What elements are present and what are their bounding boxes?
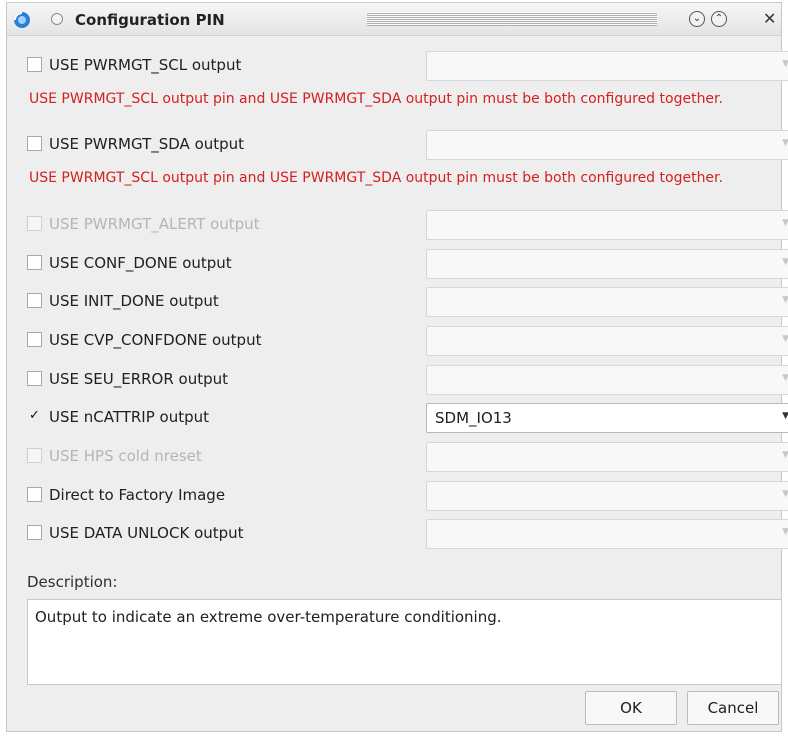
checkbox-cvp-confdone[interactable]	[27, 332, 42, 347]
checkbox-pwrmgt-sda[interactable]	[27, 136, 42, 151]
select-direct-to-factory-image[interactable]: ▼	[426, 481, 788, 511]
dropdown-arrow-icon: ▼	[782, 257, 788, 267]
dropdown-arrow-icon: ▼	[782, 489, 788, 499]
option-row-data-unlock: USE DATA UNLOCK output ▼	[25, 519, 788, 549]
checkbox-pwrmgt-scl[interactable]	[27, 57, 42, 72]
checkbox-ncattrip[interactable]: ✓	[27, 409, 42, 424]
label-ncattrip: USE nCATTRIP output	[49, 408, 210, 426]
checkbox-seu-error[interactable]	[27, 371, 42, 386]
dropdown-arrow-icon: ▼	[782, 295, 788, 305]
label-init-done: USE INIT_DONE output	[49, 292, 219, 310]
select-seu-error[interactable]: ▼	[426, 365, 788, 395]
expand-icon[interactable]: ⌃	[711, 11, 727, 27]
label-data-unlock: USE DATA UNLOCK output	[49, 524, 244, 542]
checkbox-hps-cold-nreset	[27, 448, 42, 463]
ok-button[interactable]: OK	[585, 691, 677, 725]
dropdown-arrow-icon: ▼	[782, 450, 788, 460]
dropdown-arrow-icon: ▼	[782, 373, 788, 383]
configuration-pin-dialog: Configuration PIN ⌄ ⌃ ✕ USE PWRMGT_SCL o…	[6, 2, 788, 732]
checkbox-conf-done[interactable]	[27, 255, 42, 270]
checkbox-pwrmgt-alert	[27, 216, 42, 231]
dropdown-arrow-icon: ▼	[782, 218, 788, 228]
description-box[interactable]: Output to indicate an extreme over-tempe…	[27, 599, 782, 685]
description-label: Description:	[27, 573, 118, 591]
title-grip	[367, 12, 657, 26]
dropdown-arrow-icon: ▼	[782, 411, 788, 421]
cancel-button[interactable]: Cancel	[687, 691, 779, 725]
checkbox-init-done[interactable]	[27, 293, 42, 308]
option-row-pwrmgt-scl: USE PWRMGT_SCL output ▼	[25, 51, 788, 81]
select-ncattrip[interactable]: SDM_IO13 ▼	[426, 403, 788, 433]
description-text: Output to indicate an extreme over-tempe…	[35, 608, 502, 626]
select-cvp-confdone[interactable]: ▼	[426, 326, 788, 356]
select-value: SDM_IO13	[435, 409, 512, 427]
label-pwrmgt-sda: USE PWRMGT_SDA output	[49, 135, 245, 153]
checkbox-direct-to-factory-image[interactable]	[27, 487, 42, 502]
option-row-conf-done: USE CONF_DONE output ▼	[25, 249, 788, 279]
dropdown-arrow-icon: ▼	[782, 334, 788, 344]
option-row-init-done: USE INIT_DONE output ▼	[25, 287, 788, 317]
dropdown-arrow-icon: ▼	[782, 138, 788, 148]
select-pwrmgt-alert: ▼	[426, 210, 788, 240]
warning-message-scl: USE PWRMGT_SCL output pin and USE PWRMGT…	[29, 91, 723, 107]
option-row-seu-error: USE SEU_ERROR output ▼	[25, 365, 788, 395]
label-pwrmgt-scl: USE PWRMGT_SCL output	[49, 56, 242, 74]
label-seu-error: USE SEU_ERROR output	[49, 370, 229, 388]
select-hps-cold-nreset: ▼	[426, 442, 788, 472]
label-hps-cold-nreset: USE HPS cold nreset	[49, 447, 202, 465]
select-pwrmgt-sda[interactable]: ▼	[426, 130, 788, 160]
option-row-hps-cold-nreset: USE HPS cold nreset ▼	[25, 442, 788, 472]
window-title: Configuration PIN	[75, 11, 225, 29]
warning-message-sda: USE PWRMGT_SCL output pin and USE PWRMGT…	[29, 170, 723, 186]
option-row-pwrmgt-alert: USE PWRMGT_ALERT output ▼	[25, 210, 788, 240]
select-init-done[interactable]: ▼	[426, 287, 788, 317]
label-conf-done: USE CONF_DONE output	[49, 254, 232, 272]
option-row-pwrmgt-sda: USE PWRMGT_SDA output ▼	[25, 130, 788, 160]
title-bar: Configuration PIN ⌄ ⌃ ✕	[7, 3, 781, 36]
option-row-direct-to-factory-image: Direct to Factory Image ▼	[25, 481, 788, 511]
label-pwrmgt-alert: USE PWRMGT_ALERT output	[49, 215, 260, 233]
close-icon[interactable]: ✕	[763, 9, 776, 28]
option-row-ncattrip: ✓ USE nCATTRIP output SDM_IO13 ▼	[25, 403, 788, 433]
select-data-unlock[interactable]: ▼	[426, 519, 788, 549]
window-menu-icon[interactable]	[51, 13, 63, 25]
option-row-cvp-confdone: USE CVP_CONFDONE output ▼	[25, 326, 788, 356]
select-conf-done[interactable]: ▼	[426, 249, 788, 279]
select-pwrmgt-scl[interactable]: ▼	[426, 51, 788, 81]
label-cvp-confdone: USE CVP_CONFDONE output	[49, 331, 262, 349]
collapse-icon[interactable]: ⌄	[689, 11, 705, 27]
checkbox-data-unlock[interactable]	[27, 525, 42, 540]
label-direct-to-factory-image: Direct to Factory Image	[49, 486, 226, 504]
gear-globe-icon	[14, 12, 30, 28]
dropdown-arrow-icon: ▼	[782, 527, 788, 537]
dropdown-arrow-icon: ▼	[782, 59, 788, 69]
